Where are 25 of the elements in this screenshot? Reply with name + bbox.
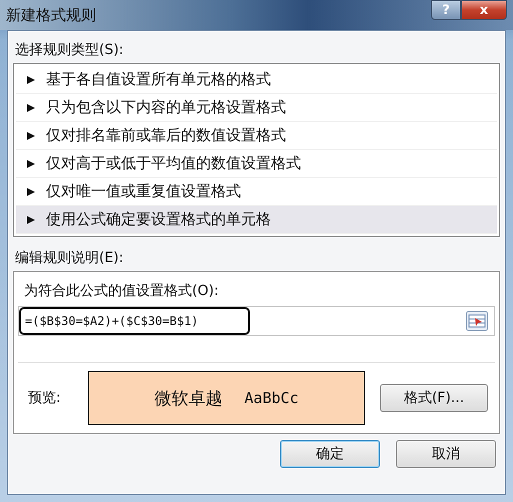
rule-type-item[interactable]: 使用公式确定要设置格式的单元格 — [16, 206, 497, 234]
rule-type-item[interactable]: 基于各自值设置所有单元格的格式 — [16, 66, 497, 94]
formula-text: =($B$30=$A2)+($C$30=B$1) — [19, 307, 250, 335]
formula-label: 为符合此公式的值设置格式(O): — [24, 282, 220, 300]
triangle-icon — [26, 158, 36, 168]
cancel-button[interactable]: 取消 — [396, 440, 496, 468]
ok-button[interactable]: 确定 — [280, 440, 380, 468]
rule-type-item[interactable]: 仅对排名靠前或靠后的数值设置格式 — [16, 122, 497, 150]
triangle-icon — [26, 102, 36, 112]
section-label: 选择规则类型(S): — [15, 41, 125, 59]
close-button[interactable]: x — [461, 0, 507, 20]
triangle-icon — [26, 186, 36, 196]
triangle-icon — [26, 74, 36, 84]
section-label: 编辑规则说明(E): — [15, 249, 124, 267]
preview-label: 预览: — [28, 389, 62, 407]
window-title: 新建格式规则 — [6, 6, 96, 24]
rule-type-item[interactable]: 只为包含以下内容的单元格设置格式 — [16, 94, 497, 122]
format-button[interactable]: 格式(F)... — [380, 384, 488, 412]
triangle-icon — [26, 214, 36, 224]
rule-type-item[interactable]: 仅对高于或低于平均值的数值设置格式 — [16, 150, 497, 178]
range-select-icon[interactable] — [466, 311, 488, 331]
preview-text: AaBbCc — [244, 389, 299, 407]
preview-text: 微软卓越 — [154, 388, 222, 410]
formula-field[interactable]: =($B$30=$A2)+($C$30=B$1) — [18, 306, 495, 336]
triangle-icon — [26, 130, 36, 140]
